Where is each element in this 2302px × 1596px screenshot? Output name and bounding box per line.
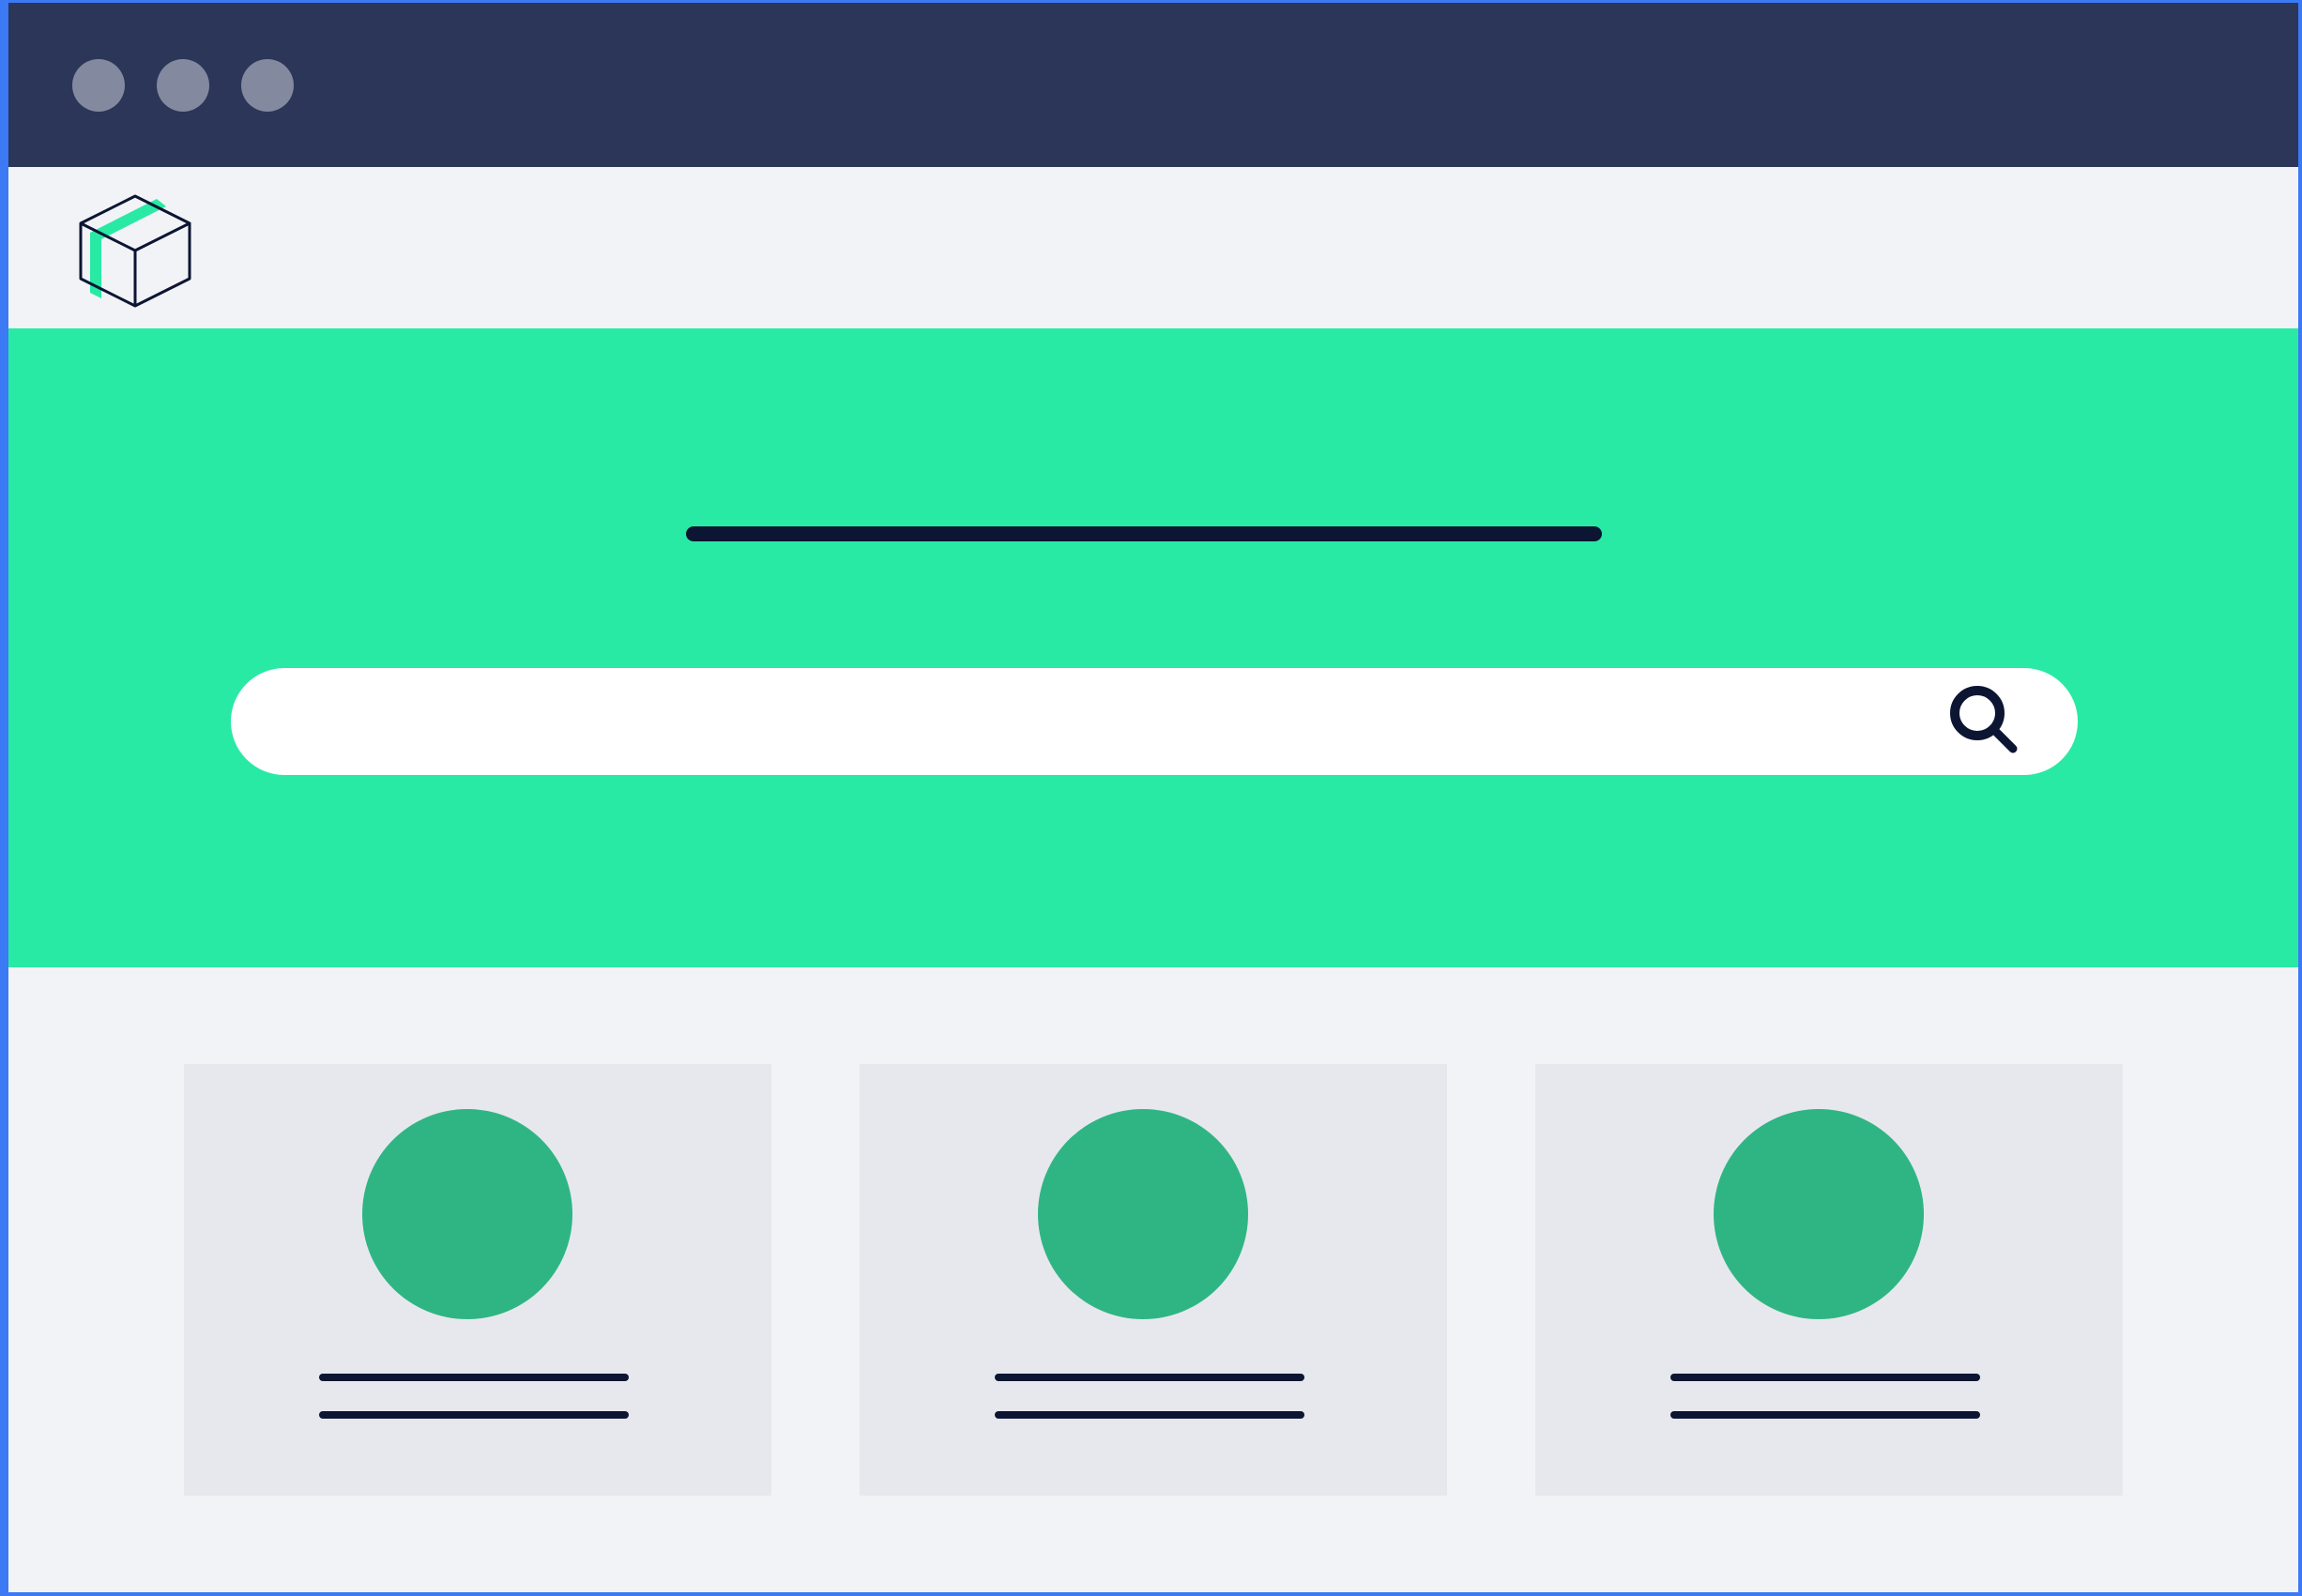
hero-headline: [686, 526, 1602, 541]
card-title: [1670, 1374, 1980, 1381]
title-bar: [8, 3, 2298, 167]
card-title: [319, 1374, 629, 1381]
avatar: [1038, 1109, 1248, 1319]
window-maximize-button[interactable]: [241, 59, 294, 112]
card[interactable]: [184, 1064, 771, 1496]
browser-window: [8, 3, 2298, 1592]
box-cube-icon[interactable]: [74, 193, 196, 315]
window-close-button[interactable]: [72, 59, 125, 112]
card-subtitle: [995, 1411, 1304, 1419]
avatar: [362, 1109, 572, 1319]
card-subtitle: [319, 1411, 629, 1419]
card-subtitle: [1670, 1411, 1980, 1419]
window-minimize-button[interactable]: [157, 59, 209, 112]
avatar: [1714, 1109, 1924, 1319]
card-title: [995, 1374, 1304, 1381]
card[interactable]: [1535, 1064, 2123, 1496]
search-bar[interactable]: [231, 668, 2078, 777]
hero-section: [8, 328, 2298, 967]
card[interactable]: [860, 1064, 1447, 1496]
site-header: [8, 167, 2298, 328]
search-input[interactable]: [287, 668, 1961, 777]
search-icon[interactable]: [1945, 681, 2026, 762]
